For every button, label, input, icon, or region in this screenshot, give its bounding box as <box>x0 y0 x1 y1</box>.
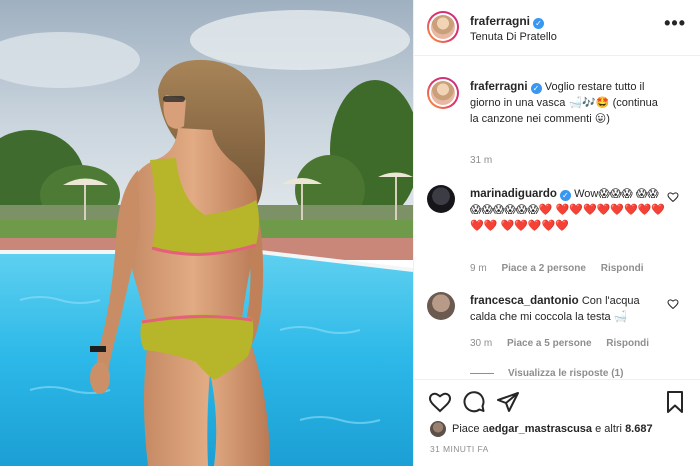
post-timestamp[interactable]: 31 MINUTI FA <box>430 444 489 454</box>
comment-avatar[interactable] <box>427 292 455 320</box>
comment-username[interactable]: marinadiguardo <box>470 188 557 200</box>
comment-likes[interactable]: Piace a 2 persone <box>501 263 586 274</box>
caption-meta: 31 m <box>470 155 504 166</box>
reply-button[interactable]: Rispondi <box>606 338 649 349</box>
comment-meta: 9 m Piace a 2 persone Rispondi <box>470 263 656 274</box>
comment-like-icon[interactable] <box>667 298 679 310</box>
view-replies-button[interactable]: Visualizza le risposte (1) <box>470 368 623 379</box>
comments-list[interactable]: fraferragni ✓ Voglio restare tutto il gio… <box>414 57 700 379</box>
comment-text: francesca_dantonio Con l'acqua calda che… <box>470 293 667 325</box>
comment-text: marinadiguardo ✓ Wow😱😱😱 😱😱😱😱😱😱😱😱❤️ ❤️❤️❤️… <box>470 186 667 234</box>
pool-photo-image <box>0 0 413 466</box>
post-photo[interactable] <box>0 0 413 466</box>
verified-icon: ✓ <box>530 83 542 94</box>
heart-icon[interactable] <box>428 390 452 414</box>
liker-avatar[interactable] <box>430 421 446 437</box>
bookmark-icon[interactable] <box>663 390 687 414</box>
share-icon[interactable] <box>496 390 520 414</box>
verified-icon: ✓ <box>533 18 545 29</box>
post-sidebar: fraferragni ✓ Tenuta Di Pratello ••• fraf… <box>413 0 700 466</box>
caption-username[interactable]: fraferragni <box>470 81 528 93</box>
instagram-post: fraferragni ✓ Tenuta Di Pratello ••• fraf… <box>0 0 700 466</box>
comment-time[interactable]: 9 m <box>470 263 487 274</box>
verified-icon: ✓ <box>559 190 571 201</box>
comment-meta: 30 m Piace a 5 persone Rispondi <box>470 338 661 349</box>
more-options-icon[interactable]: ••• <box>664 14 686 32</box>
post-actions: Piace a edgar_mastrascusa e altri 8.687 … <box>414 379 700 466</box>
likes-count[interactable]: 8.687 <box>625 423 653 435</box>
comment-like-icon[interactable] <box>667 191 679 203</box>
post-header: fraferragni ✓ Tenuta Di Pratello ••• <box>414 0 700 56</box>
comment-icon[interactable] <box>462 390 486 414</box>
caption-time[interactable]: 31 m <box>470 155 492 166</box>
liker-username[interactable]: edgar_mastrascusa <box>489 423 592 435</box>
post-location[interactable]: Tenuta Di Pratello <box>470 31 557 43</box>
comment-username[interactable]: francesca_dantonio <box>470 295 579 307</box>
caption-avatar[interactable] <box>427 77 459 109</box>
comment-likes[interactable]: Piace a 5 persone <box>507 338 592 349</box>
likes-summary: Piace a edgar_mastrascusa e altri 8.687 <box>430 420 653 438</box>
author-avatar[interactable] <box>427 11 459 43</box>
comment-time[interactable]: 30 m <box>470 338 492 349</box>
comment-avatar[interactable] <box>427 185 455 213</box>
reply-button[interactable]: Rispondi <box>601 263 644 274</box>
author-username[interactable]: fraferragni ✓ <box>470 14 545 29</box>
caption-text: fraferragni ✓ Voglio restare tutto il gio… <box>470 79 667 127</box>
